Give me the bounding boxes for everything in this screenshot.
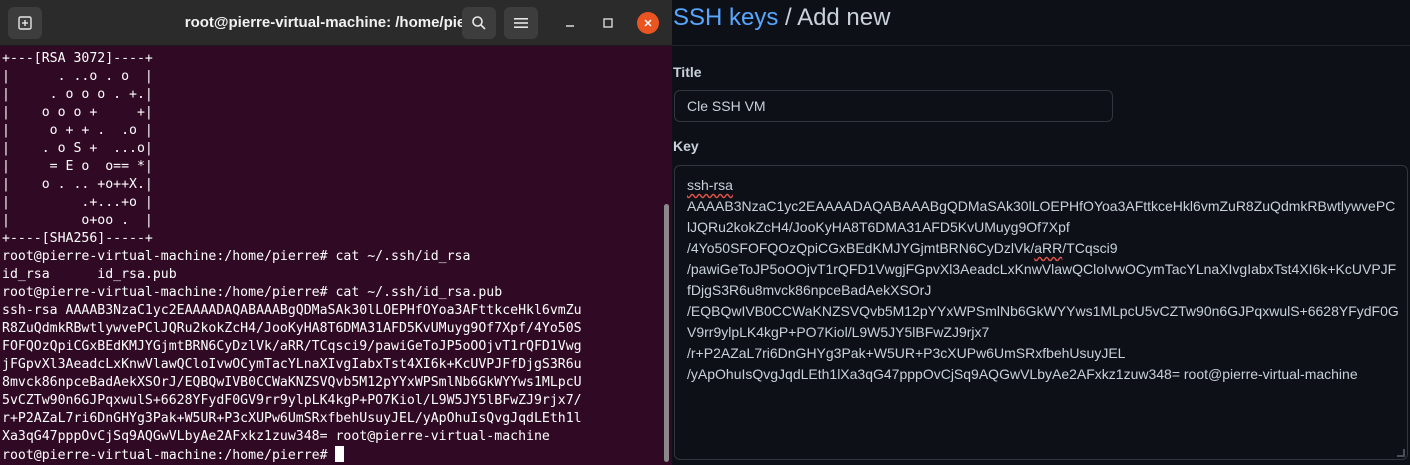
title-label: Title — [673, 64, 702, 80]
terminal-line: +----[SHA256]-----+ — [2, 231, 153, 246]
title-input[interactable] — [674, 90, 1113, 122]
terminal-line: R8ZuQdmkRBwtlywvePClJQRu2kokZcH4/JooKyHA… — [2, 321, 582, 336]
terminal-line: id_rsa id_rsa.pub — [2, 267, 177, 282]
terminal-line: 5vCZTw90n6GJPqxwulS+6628YFydF0GV9rr9ylpL… — [2, 393, 582, 408]
key-segment: /4Yo50SFOFQOzQpiCGxBEdKMJYGjmtBRN6CyDzlV… — [687, 240, 1035, 256]
close-button[interactable] — [637, 12, 659, 34]
maximize-button[interactable] — [597, 12, 619, 34]
key-textarea[interactable]: ssh-rsa AAAAB3NzaC1yc2EAAAADAQABAAABgQDM… — [674, 165, 1408, 460]
key-line: AAAAB3NzaC1yc2EAAAADAQABAAABgQDMaSAk30lL… — [687, 198, 1396, 214]
terminal-line: | o + + . .o | — [2, 123, 153, 138]
key-line: ssh-rsa — [687, 175, 1395, 196]
hamburger-menu-icon — [514, 18, 528, 28]
page-header: SSH keys / Add new — [672, 0, 1410, 46]
terminal-window[interactable]: root@pierre-virtual-machine: /home/pierr… — [0, 0, 672, 465]
page-title: Add new — [797, 4, 891, 31]
key-segment: /TCqsci9 — [1062, 240, 1118, 256]
terminal-line: ssh-rsa AAAAB3NzaC1yc2EAAAADAQABAAABgQDM… — [2, 303, 582, 318]
key-line: fDjgS3R6u8mvck86npceBadAekXSOrJ — [687, 282, 932, 298]
terminal-line: +---[RSA 3072]----+ — [2, 51, 153, 66]
terminal-titlebar[interactable]: root@pierre-virtual-machine: /home/pierr… — [0, 0, 672, 46]
terminal-prompt-line[interactable]: root@pierre-virtual-machine:/home/pierre… — [2, 446, 662, 465]
close-icon — [644, 19, 652, 27]
key-label: Key — [673, 138, 699, 154]
terminal-cursor — [335, 446, 345, 462]
new-tab-button[interactable] — [8, 7, 42, 39]
key-line: /r+P2AZaL7ri6DnGHYg3Pak+W5UR+P3cXUPw6UmS… — [687, 345, 1126, 361]
terminal-line: jFGpvXl3AeadcLxKnwVlawQCloIvwOCymTacYLna… — [2, 357, 582, 372]
terminal-scrollbar-thumb[interactable] — [664, 204, 669, 462]
terminal-line: | . o S + ...o| — [2, 141, 153, 156]
add-ssh-key-panel: SSH keys / Add new Title Key ssh-rsa AAA… — [672, 0, 1410, 465]
key-line: lJQRu2kokZcH4/JooKyHA8T6DMA31AFD5KvUMuyg… — [687, 219, 1070, 235]
minimize-button[interactable] — [559, 12, 581, 34]
terminal-line: | .+...+o | — [2, 195, 153, 210]
terminal-line: r+P2AZaL7ri6DnGHYg3Pak+W5UR+P3cXUPw6UmSR… — [2, 411, 582, 426]
terminal-line: | o o o + +| — [2, 105, 153, 120]
terminal-line: Xa3qG47pppOvCjSq9AQGwVLbyAe2AFxkz1zuw348… — [2, 429, 550, 444]
key-line: /EQBQwIVB0CCWaKNZSVQvb5M12pYYxWPSmlNb6Gk… — [687, 303, 1399, 319]
minimize-icon — [566, 25, 574, 27]
terminal-line: | . o o o . +.| — [2, 87, 153, 102]
key-line: /pawiGeToJP5oOOjvT1rQFD1VwgjFGpvXl3Aeadc… — [687, 261, 1397, 277]
breadcrumb: SSH keys / Add new — [673, 3, 890, 33]
terminal-line: root@pierre-virtual-machine:/home/pierre… — [2, 285, 503, 300]
terminal-line: | . ..o . o | — [2, 69, 153, 84]
terminal-line: FOFQOzQpiCGxBEdKMJYGjmtBRN6CyDzlVk/aRR/T… — [2, 339, 582, 354]
maximize-icon — [603, 18, 613, 28]
terminal-line: | = E o o== *| — [2, 159, 153, 174]
terminal-line: root@pierre-virtual-machine:/home/pierre… — [2, 249, 471, 264]
key-line: /4Yo50SFOFQOzQpiCGxBEdKMJYGjmtBRN6CyDzlV… — [687, 238, 1395, 259]
terminal-line: | o . .. +o++X.| — [2, 177, 153, 192]
terminal-line: 8mvck86npceBadAekXSOrJ/EQBQwIVB0CCWaKNZS… — [2, 375, 582, 390]
terminal-prompt: root@pierre-virtual-machine:/home/pierre… — [2, 448, 336, 463]
search-icon — [472, 16, 486, 30]
terminal-line: | o+oo . | — [2, 213, 153, 228]
key-line: /yApOhuIsQvgJqdLEth1lXa3qG47pppOvCjSq9AQ… — [687, 366, 1358, 382]
menu-button[interactable] — [504, 7, 538, 39]
textarea-resize-handle[interactable] — [1397, 449, 1405, 457]
spellcheck-word: aRR — [1034, 240, 1063, 256]
key-line: V9rr9ylpLK4kgP+PO7Kiol/L9W5JY5lBFwZJ9rjx… — [687, 324, 990, 340]
breadcrumb-ssh-keys-link[interactable]: SSH keys — [673, 4, 778, 31]
new-tab-icon — [18, 16, 32, 30]
search-button[interactable] — [462, 7, 496, 39]
terminal-output[interactable]: +---[RSA 3072]----+ | . ..o . o | | . o o … — [2, 50, 662, 465]
key-type-text: ssh-rsa — [687, 177, 733, 193]
breadcrumb-separator: / — [778, 4, 798, 31]
